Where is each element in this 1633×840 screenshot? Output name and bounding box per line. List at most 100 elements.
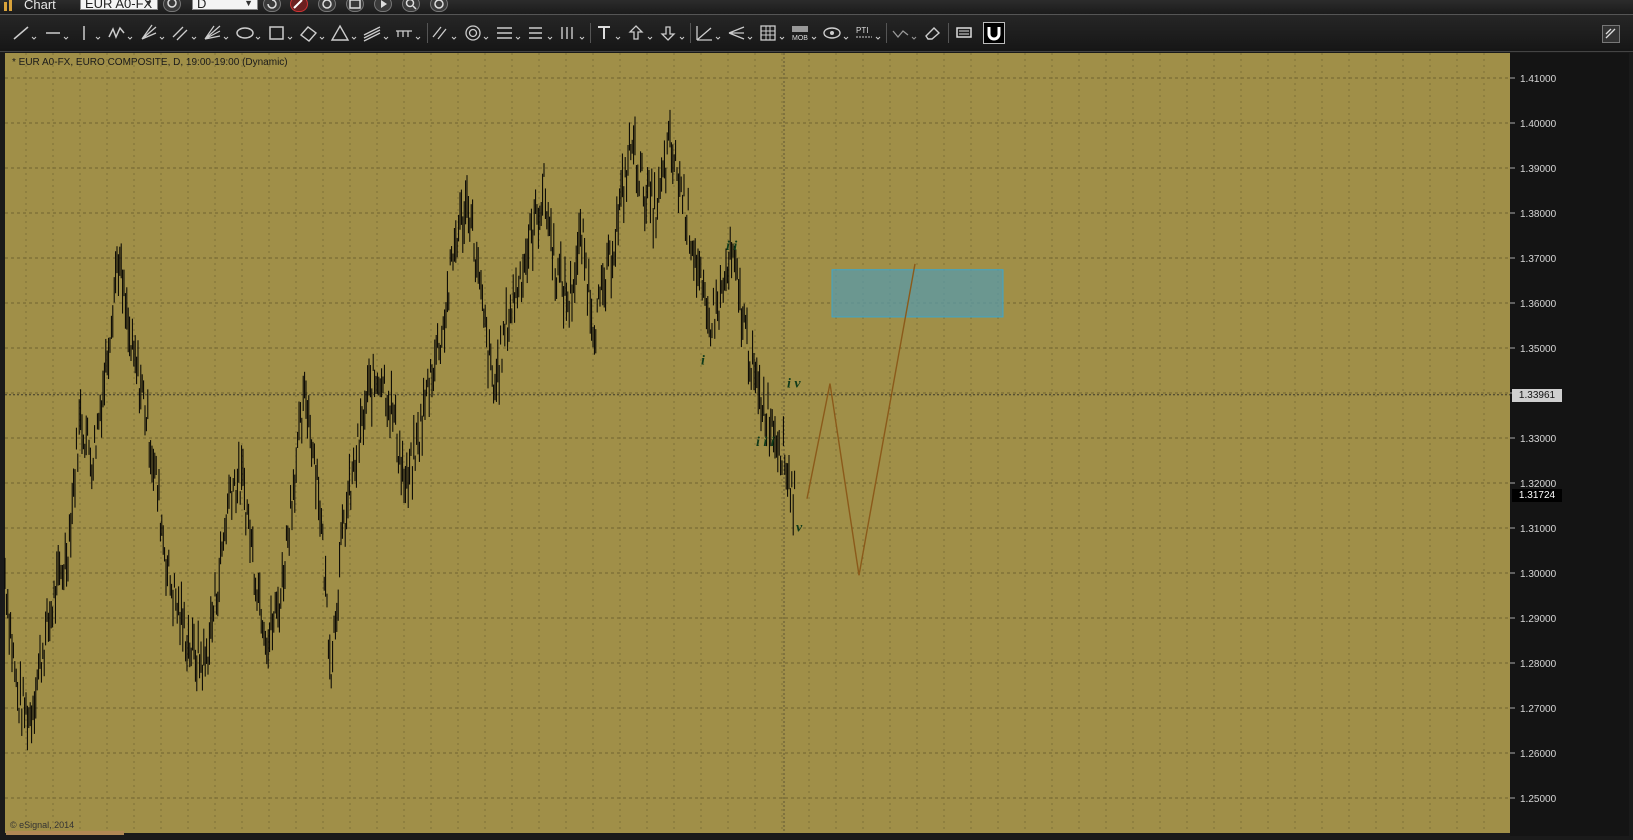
triangle-tool[interactable]	[330, 23, 360, 43]
arrow-down-tool[interactable]	[658, 23, 688, 43]
rectangle-tool[interactable]	[266, 23, 296, 43]
pti-label: PTI	[856, 26, 868, 35]
fib-extension-tool[interactable]	[526, 23, 556, 43]
gann-fan-icon	[696, 26, 721, 41]
template-icon	[322, 0, 332, 9]
fan-tool[interactable]	[202, 23, 232, 43]
ruler-tool[interactable]	[298, 23, 328, 43]
trendline-tool[interactable]	[10, 23, 40, 43]
refresh-icon	[267, 0, 277, 9]
price-axis-label: 1.31000	[1520, 524, 1557, 535]
chart-pane[interactable]: 1.41000 1.40000 1.39000 1.38000 1.37000 1.360…	[4, 53, 1629, 836]
mob-icon: MOB	[792, 26, 817, 42]
window-icon	[349, 0, 361, 9]
auto-wave-tool[interactable]	[890, 23, 920, 43]
wave-label: i	[701, 353, 705, 368]
symbol-input[interactable]: EUR A0-FX ▼	[80, 0, 158, 11]
play-button[interactable]	[374, 0, 392, 12]
price-axis-label: 1.27000	[1520, 704, 1557, 715]
grid-icon	[760, 25, 785, 41]
fib-extension-icon	[529, 27, 553, 40]
title-bar: Chart EUR A0-FX ▼ D ▼	[0, 0, 1633, 15]
window-button[interactable]	[346, 0, 364, 12]
horizontal-line-tool[interactable]	[42, 23, 72, 43]
chart-menu-icon	[1605, 28, 1616, 39]
cycle-lines-tool[interactable]	[394, 23, 424, 43]
pitchfork-tool[interactable]	[138, 23, 168, 43]
price-axis-label: 1.36000	[1520, 299, 1557, 310]
arrow-down-icon	[660, 26, 685, 41]
toggle-panel-tool[interactable]	[952, 23, 982, 43]
pti-icon: PTI	[856, 26, 881, 40]
interval-value: D	[197, 0, 207, 11]
toggle-panel-icon	[956, 27, 972, 38]
circles-tool[interactable]	[462, 23, 492, 43]
chart-header: * EUR A0-FX, EURO COMPOSITE, D, 19:00-19…	[12, 57, 288, 68]
template-button[interactable]	[318, 0, 336, 12]
time-zones-tool[interactable]	[558, 23, 588, 43]
triangle-icon	[330, 24, 357, 41]
ellipse-tool[interactable]	[234, 23, 264, 43]
polyline-icon	[108, 26, 133, 40]
price-axis-label: 1.28000	[1520, 659, 1557, 670]
scrollbar-thumb[interactable]	[6, 831, 124, 835]
pencil-icon	[293, 0, 303, 9]
wave-label: v	[796, 521, 803, 536]
auto-wave-icon	[892, 30, 917, 40]
toolbar-separator	[948, 23, 949, 43]
price-axis-label: 1.33000	[1520, 434, 1557, 445]
toolbar-separator	[690, 23, 691, 43]
regression-channel-icon	[363, 26, 389, 42]
vertical-line-tool[interactable]	[74, 23, 104, 43]
toolbar-separator	[590, 23, 591, 43]
alert-icon	[434, 0, 444, 9]
pti-tool[interactable]: PTI	[854, 23, 884, 43]
alert-button[interactable]	[430, 0, 448, 12]
search-button[interactable]	[402, 0, 420, 12]
price-axis-label: 1.39000	[1520, 164, 1557, 175]
symbol-value: EUR A0-FX	[85, 0, 153, 11]
gann-fan-tool[interactable]	[694, 23, 724, 43]
eye-tool[interactable]	[822, 23, 852, 43]
fib-retracement-tool[interactable]	[494, 23, 524, 43]
draw-button[interactable]	[290, 0, 308, 12]
speed-lines-tool[interactable]	[726, 23, 756, 43]
price-axis-label: 1.35000	[1520, 344, 1557, 355]
mob-tool[interactable]: MOB	[790, 23, 820, 43]
cycle-lines-icon	[396, 30, 421, 40]
chart-app-icon	[4, 0, 12, 11]
grid-tool[interactable]	[758, 23, 788, 43]
fibonacci-lines-tool[interactable]	[430, 23, 460, 43]
arrow-up-tool[interactable]	[626, 23, 656, 43]
time-zones-icon	[561, 27, 585, 40]
last-price-tag: 1.31724	[1512, 489, 1562, 503]
link-icon	[167, 0, 177, 8]
toolbar-separator	[427, 23, 428, 43]
price-axis-label: 1.38000	[1520, 209, 1557, 220]
crosshair-price-tag: 1.33961	[1512, 388, 1562, 402]
link-button[interactable]	[163, 0, 181, 12]
price-chart[interactable]: 1.41000 1.40000 1.39000 1.38000 1.37000 1.360…	[4, 53, 1629, 836]
text-icon	[598, 26, 621, 40]
price-axis-label: 1.29000	[1520, 614, 1557, 625]
trendline-icon	[13, 26, 37, 40]
parallel-channel-icon	[172, 26, 197, 41]
wave-label: i v	[787, 377, 801, 392]
chart-menu-button[interactable]	[1602, 25, 1620, 43]
fib-retracement-icon	[497, 27, 521, 40]
price-axis-label: 1.37000	[1520, 254, 1557, 265]
chevron-down-icon[interactable]: ▼	[144, 0, 153, 11]
pitchfork-icon	[141, 24, 165, 40]
interval-input[interactable]: D ▼	[192, 0, 258, 11]
chevron-down-icon[interactable]: ▼	[244, 0, 253, 11]
polyline-tool[interactable]	[106, 23, 136, 43]
regression-channel-tool[interactable]	[362, 23, 392, 43]
magnet-icon	[987, 27, 1001, 41]
text-tool[interactable]	[594, 23, 624, 43]
vertical-line-icon	[83, 26, 101, 40]
parallel-channel-tool[interactable]	[170, 23, 200, 43]
magnet-tool[interactable]	[983, 22, 1005, 44]
copyright-text: © eSignal, 2014	[10, 820, 75, 830]
search-icon	[405, 0, 417, 10]
refresh-button[interactable]	[263, 0, 281, 12]
